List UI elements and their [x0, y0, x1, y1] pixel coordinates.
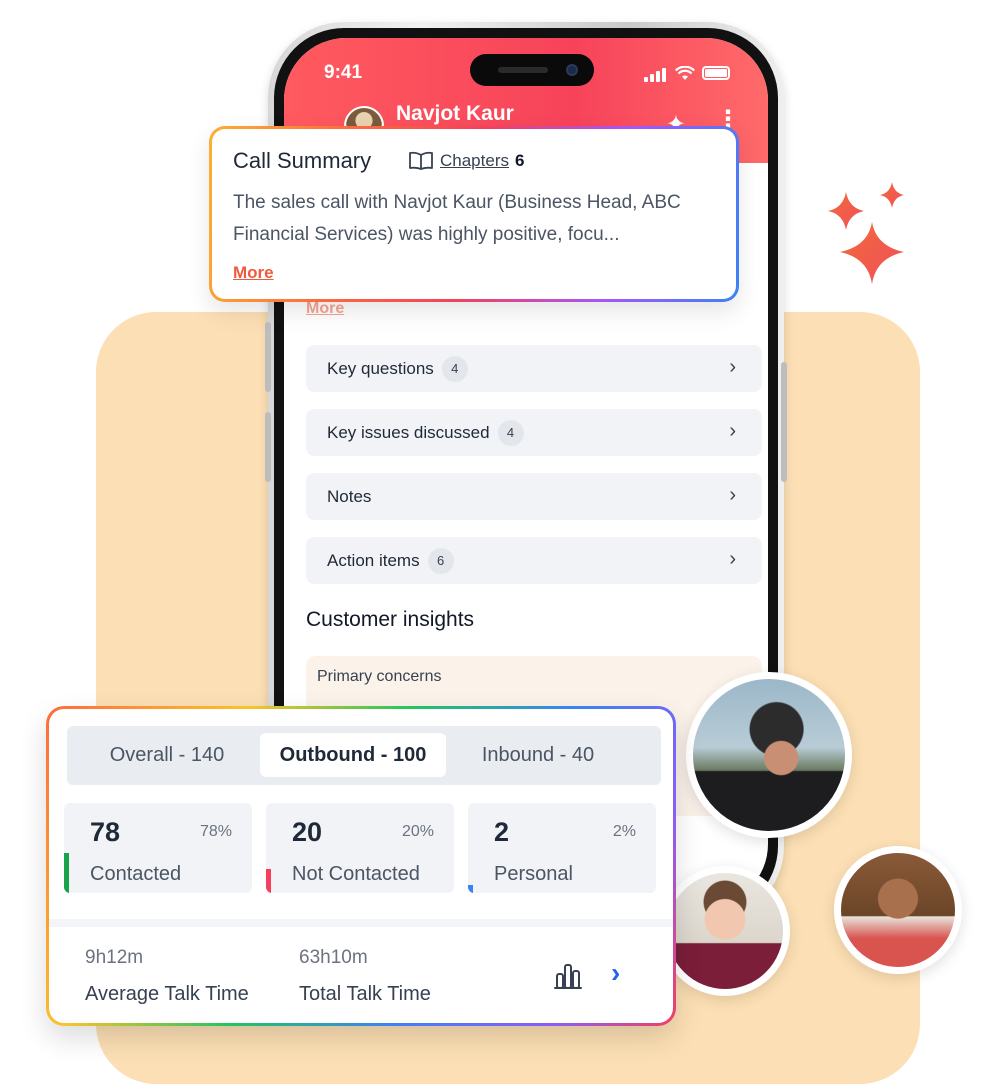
power-button — [781, 362, 787, 482]
stat-percent: 20% — [401, 823, 434, 840]
more-link-faded[interactable]: More — [306, 300, 344, 318]
stat-contacted[interactable]: 78 78% Contacted — [64, 803, 252, 893]
list-item-label: Action items — [327, 550, 420, 570]
average-talk-time-value: 9h12m — [85, 947, 144, 968]
stat-accent-bar — [64, 853, 69, 893]
stat-percent: 2% — [612, 823, 636, 840]
call-summary-card: Call Summary Chapters 6 The sales call w… — [209, 126, 739, 302]
list-item-key-questions[interactable]: Key questions 4 › — [306, 345, 762, 392]
stat-accent-bar — [468, 885, 473, 893]
list-item-action-items[interactable]: Action items 6 › — [306, 537, 762, 584]
status-time: 9:41 — [324, 62, 363, 83]
count-badge: 4 — [497, 419, 524, 446]
stat-label: Contacted — [90, 863, 182, 885]
stat-label: Not Contacted — [292, 863, 420, 885]
stat-value: 78 — [90, 817, 121, 847]
list-item-notes[interactable]: Notes › — [306, 473, 762, 520]
total-talk-time-value: 63h10m — [299, 947, 368, 968]
customer-photo-baker — [834, 846, 962, 974]
stat-label: Personal — [494, 863, 573, 885]
chevron-right-icon: › — [729, 356, 736, 378]
count-badge: 6 — [427, 547, 454, 574]
tab-outbound[interactable]: Outbound - 100 — [260, 733, 446, 777]
card-title: Call Summary — [233, 148, 372, 173]
total-talk-time-label: Total Talk Time — [299, 983, 431, 1005]
call-stats-card: Overall - 140 Outbound - 100 Inbound - 4… — [46, 706, 676, 1026]
stat-value: 2 — [494, 817, 510, 847]
section-title: Customer insights — [306, 608, 475, 631]
more-link[interactable]: More — [233, 263, 274, 283]
stat-percent: 78% — [199, 823, 232, 840]
stat-value: 20 — [292, 817, 323, 847]
contact-name: Navjot Kaur — [396, 102, 514, 125]
chapters-label: Chapters — [440, 151, 509, 170]
dynamic-island — [470, 54, 594, 86]
chevron-right-icon[interactable]: › — [611, 957, 620, 989]
customer-photo-glasses — [660, 866, 790, 996]
volume-up-button — [265, 322, 271, 392]
concerns-label: Primary concerns — [317, 668, 442, 685]
chevron-right-icon: › — [729, 484, 736, 506]
chevron-right-icon: › — [729, 420, 736, 442]
chevron-right-icon: › — [729, 548, 736, 570]
divider — [49, 919, 673, 927]
tab-overall[interactable]: Overall - 140 — [87, 733, 247, 777]
signal-icon — [644, 64, 668, 82]
wifi-icon — [675, 65, 695, 80]
book-icon — [409, 151, 433, 170]
stat-personal[interactable]: 2 2% Personal — [468, 803, 656, 893]
chapters-link[interactable]: Chapters 6 — [408, 151, 524, 171]
list-item-label: Key questions — [327, 358, 434, 378]
direction-tabs: Overall - 140 Outbound - 100 Inbound - 4… — [67, 726, 661, 785]
stat-not-contacted[interactable]: 20 20% Not Contacted — [266, 803, 454, 893]
status-icons — [644, 64, 730, 82]
list-item-key-issues[interactable]: Key issues discussed 4 › — [306, 409, 762, 456]
sparkles-icon — [828, 182, 904, 284]
stat-accent-bar — [266, 869, 271, 893]
list-item-label: Key issues discussed — [327, 422, 490, 442]
average-talk-time-label: Average Talk Time — [85, 983, 249, 1005]
chapters-count: 6 — [514, 151, 525, 170]
volume-down-button — [265, 412, 271, 482]
battery-icon — [702, 66, 730, 80]
customer-photo-cyclist — [686, 672, 852, 838]
summary-text: The sales call with Navjot Kaur (Busines… — [233, 192, 681, 245]
list-item-label: Notes — [327, 486, 372, 506]
bar-chart-icon[interactable] — [552, 959, 584, 991]
count-badge: 4 — [441, 355, 468, 382]
tab-inbound[interactable]: Inbound - 40 — [459, 733, 617, 777]
